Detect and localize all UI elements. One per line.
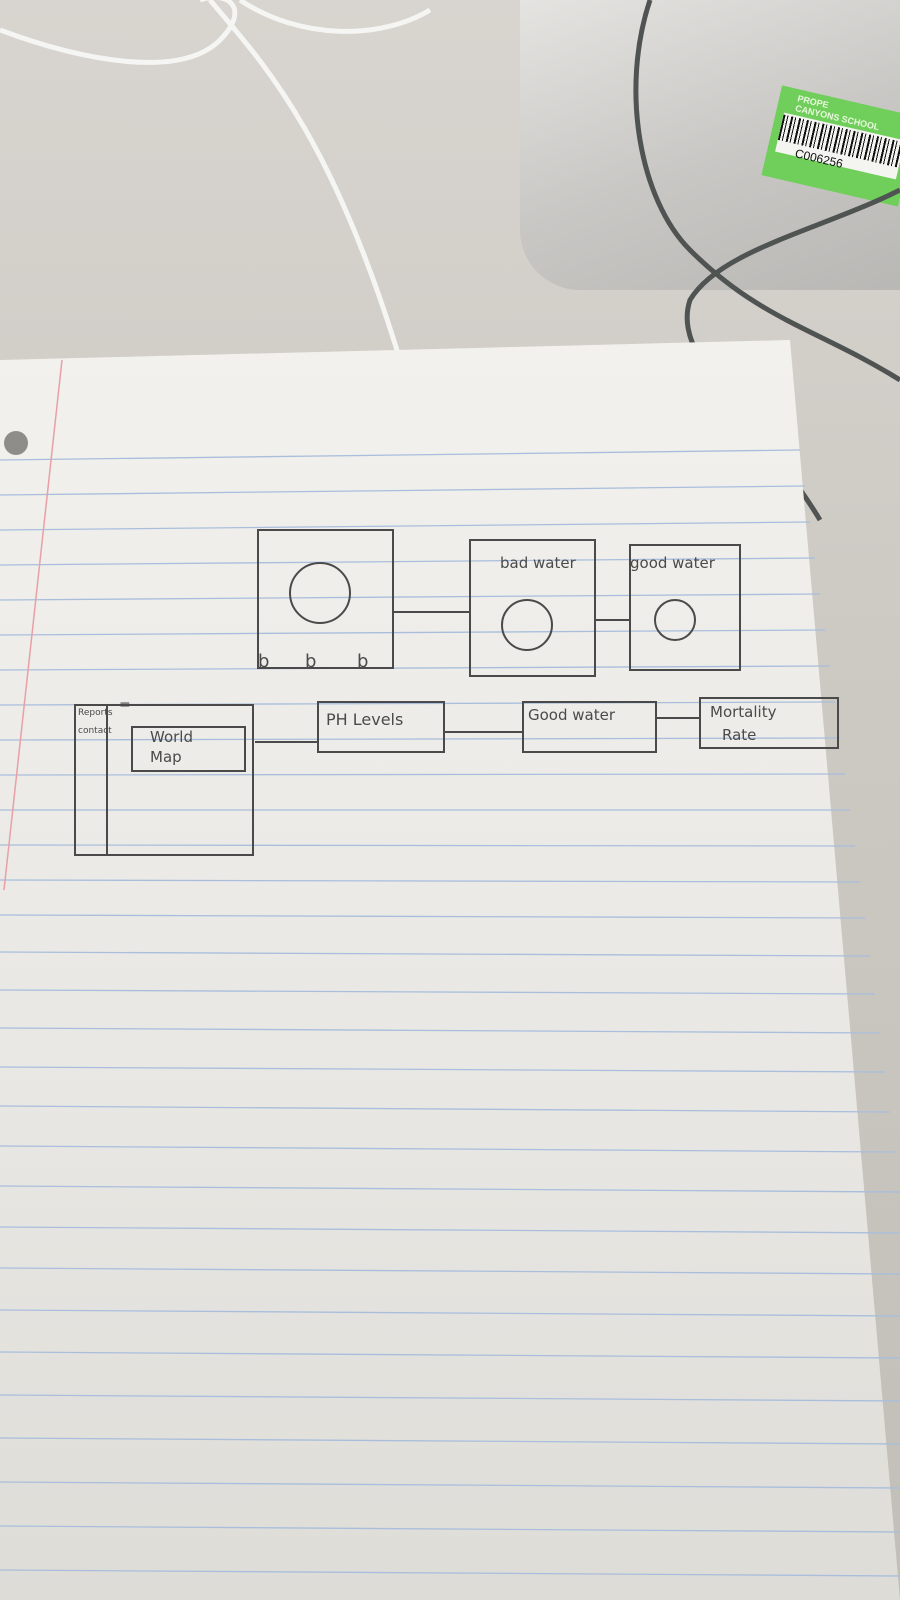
- button-label-1: b: [258, 651, 269, 672]
- white-cable-1: [0, 0, 238, 65]
- mortality-label-2: Rate: [722, 726, 756, 744]
- good-water-label: good water: [630, 554, 716, 572]
- sidebar-label-contact: contact: [78, 726, 112, 736]
- button-label-3: b: [357, 651, 368, 672]
- bad-water-circle: [501, 599, 553, 651]
- sketch-layer: b b b bad water good water Reports conta…: [0, 359, 900, 1577]
- mortality-label-1: Mortality: [710, 703, 777, 721]
- sidebar-label-reports: Reports: [78, 708, 113, 718]
- row2-sketch: [74, 697, 839, 856]
- good-water-2-label: Good water: [528, 706, 616, 724]
- phone-circle: [289, 562, 351, 624]
- phone-screen: [257, 529, 394, 669]
- map-label-2: Map: [150, 748, 182, 766]
- button-label-2: b: [305, 651, 316, 672]
- menu-glyph: =: [119, 697, 131, 713]
- row1-sketch: [257, 529, 741, 677]
- map-label-1: World: [150, 728, 193, 746]
- white-cable-3: [238, 0, 432, 34]
- punch-hole: [4, 431, 28, 455]
- rule-lines: [0, 449, 900, 1577]
- white-cable-2: [208, 0, 403, 361]
- good-water-circle: [654, 599, 696, 641]
- black-cable-1: [633, 0, 900, 383]
- bad-water-label: bad water: [500, 554, 577, 572]
- ph-levels-label: PH Levels: [326, 710, 403, 729]
